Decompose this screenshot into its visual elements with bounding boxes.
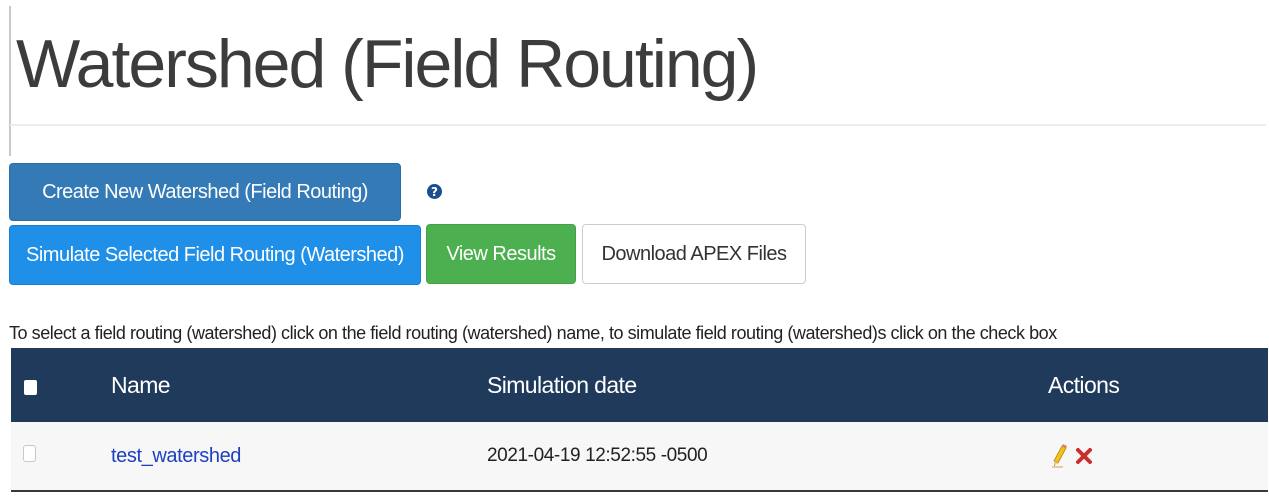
download-apex-button[interactable]: Download APEX Files bbox=[582, 224, 806, 284]
edit-icon[interactable] bbox=[1051, 444, 1069, 468]
help-icon[interactable]: ? bbox=[427, 184, 442, 199]
create-watershed-button[interactable]: Create New Watershed (Field Routing) bbox=[9, 163, 401, 221]
instructions-text: To select a field routing (watershed) cl… bbox=[9, 323, 1057, 343]
page-left-border bbox=[9, 6, 11, 156]
simulate-selected-button[interactable]: Simulate Selected Field Routing (Watersh… bbox=[9, 225, 421, 285]
watershed-name-link[interactable]: test_watershed bbox=[111, 422, 241, 490]
row-checkbox[interactable] bbox=[23, 445, 36, 462]
table-row: test_watershed 2021-04-19 12:52:55 -0500 bbox=[11, 422, 1268, 492]
delete-icon[interactable] bbox=[1075, 447, 1093, 465]
column-header-name[interactable]: Name bbox=[111, 348, 171, 422]
column-header-simulation-date[interactable]: Simulation date bbox=[487, 348, 637, 422]
simulation-date-cell: 2021-04-19 12:52:55 -0500 bbox=[487, 445, 708, 466]
page-title: Watershed (Field Routing) bbox=[16, 26, 759, 102]
table-header: Name Simulation date Actions bbox=[11, 348, 1268, 422]
select-all-checkbox[interactable] bbox=[24, 380, 37, 395]
column-header-actions: Actions bbox=[1048, 371, 1120, 398]
title-divider bbox=[10, 124, 1266, 126]
view-results-button[interactable]: View Results bbox=[426, 224, 576, 284]
